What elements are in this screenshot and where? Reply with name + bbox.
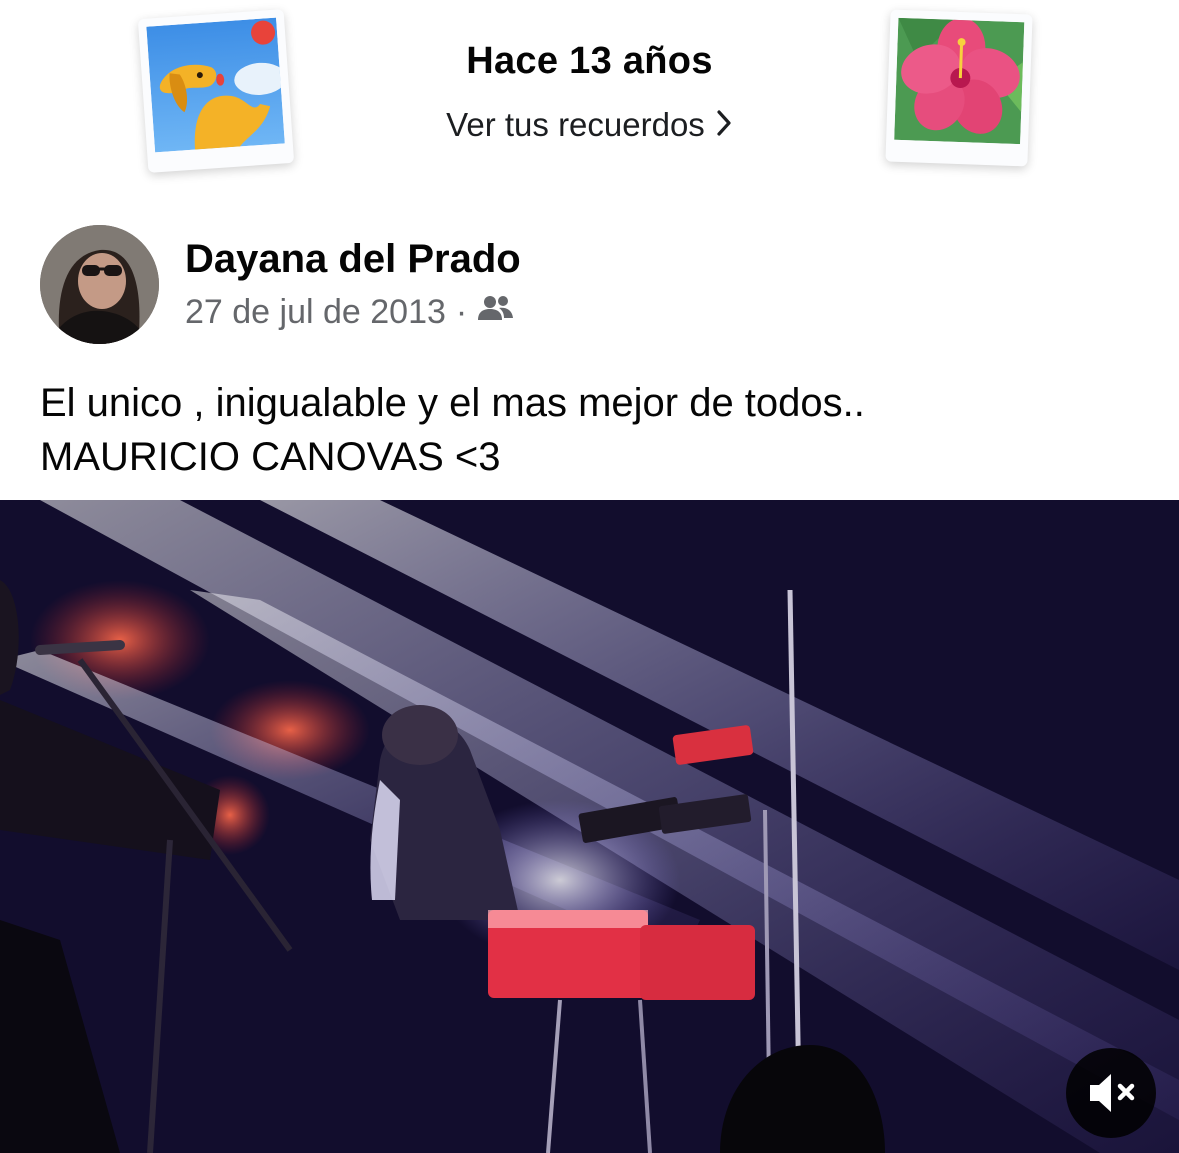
mute-toggle-button[interactable] — [1066, 1048, 1156, 1138]
concert-video-frame — [0, 500, 1179, 1153]
dog-photo-icon — [137, 9, 295, 173]
post-text-line-2: MAURICIO CANOVAS <3 — [40, 435, 501, 479]
post-text: El unico , inigualable y el mas mejor de… — [40, 376, 1140, 484]
post-header: Dayana del Prado 27 de jul de 2013 · — [40, 225, 1140, 347]
post-meta: 27 de jul de 2013 · — [185, 293, 515, 332]
author-name[interactable]: Dayana del Prado — [185, 237, 521, 282]
video-player[interactable] — [0, 500, 1179, 1153]
memories-banner[interactable]: Hace 13 años Ver tus recuerdos — [0, 0, 1179, 200]
speaker-muted-icon — [1090, 1074, 1135, 1112]
post-text-line-1: El unico , inigualable y el mas mejor de… — [40, 381, 865, 425]
view-memories-label: Ver tus recuerdos — [446, 106, 705, 143]
chevron-right-icon — [715, 108, 733, 146]
hibiscus-photo-icon — [885, 9, 1033, 167]
friends-icon[interactable] — [477, 293, 515, 332]
avatar[interactable] — [40, 225, 159, 344]
post-date[interactable]: 27 de jul de 2013 — [185, 293, 446, 332]
meta-separator: · — [455, 293, 468, 331]
